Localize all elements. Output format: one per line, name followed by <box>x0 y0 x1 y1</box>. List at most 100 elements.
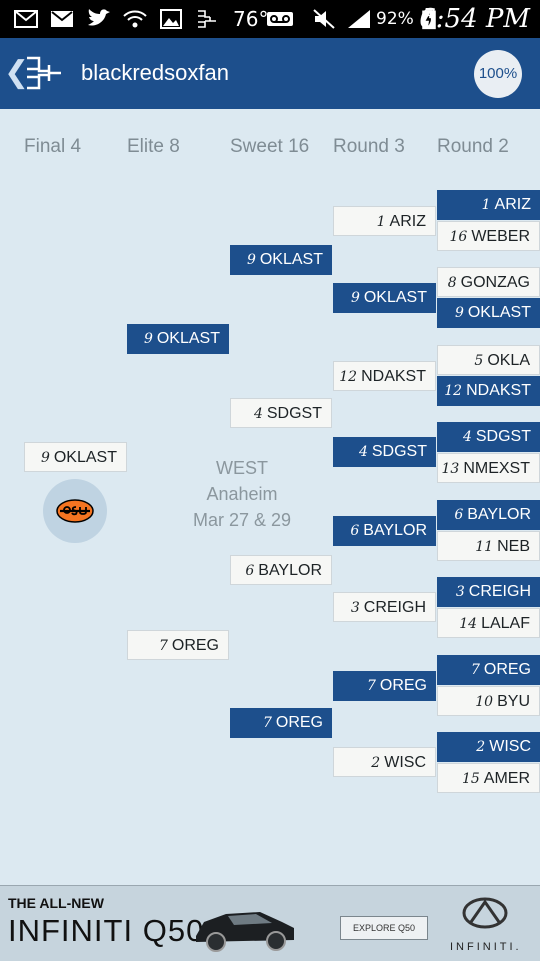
round2-slot[interactable]: 1 ARIZ <box>437 190 540 220</box>
elite8-slot[interactable]: 7 OREG <box>127 630 229 660</box>
round3-slot[interactable]: 12 NDAKST <box>333 361 436 391</box>
wifi-icon <box>123 10 147 28</box>
team-name: LALAF <box>481 615 530 632</box>
region-name: WEST <box>216 458 268 478</box>
seed-number: 9 <box>454 305 464 321</box>
round2-slot[interactable]: 6 BAYLOR <box>437 500 540 530</box>
round3-slot[interactable]: 4 SDGST <box>333 437 436 467</box>
team-name: NMEXST <box>463 460 530 477</box>
seed-number: 6 <box>245 563 255 579</box>
seed-number: 5 <box>474 353 484 369</box>
round2-slot[interactable]: 15 AMER <box>437 763 540 793</box>
team-name: BYU <box>497 693 530 710</box>
seed-number: 10 <box>475 694 494 710</box>
team-name: OKLA <box>487 352 530 369</box>
car-image <box>196 912 294 952</box>
team-name: BAYLOR <box>363 522 427 539</box>
ad-explore-button[interactable]: EXPLORE Q50 <box>340 916 428 940</box>
ad-headline: THE ALL-NEW <box>8 895 104 911</box>
seed-number: 4 <box>358 444 368 460</box>
sweet16-slot[interactable]: 6 BAYLOR <box>230 555 332 585</box>
team-name: BAYLOR <box>467 506 531 523</box>
seed-number: 11 <box>475 539 494 555</box>
team-name: OKLAST <box>53 449 117 466</box>
round-header-round3: Round 3 <box>333 136 405 157</box>
seed-number: 12 <box>339 369 358 385</box>
round-header-elite8: Elite 8 <box>127 136 180 157</box>
voicemail-icon <box>267 12 293 26</box>
round2-slot[interactable]: 7 OREG <box>437 655 540 685</box>
team-name: OKLAST <box>363 289 427 306</box>
round3-slot[interactable]: 2 WISC <box>333 747 436 777</box>
team-name: OREG <box>275 714 323 731</box>
battery-percent: 92% <box>376 9 414 29</box>
bracket-owner-title: blackredsoxfan <box>81 60 229 85</box>
ad-brand-name: INFINITI. <box>450 941 522 953</box>
sweet16-slot[interactable]: 4 SDGST <box>230 398 332 428</box>
round2-slot[interactable]: 12 NDAKST <box>437 376 540 406</box>
round2-slot[interactable]: 2 WISC <box>437 732 540 762</box>
region-dates: Mar 27 & 29 <box>192 510 292 530</box>
team-name: WISC <box>489 738 531 755</box>
team-name: OREG <box>171 637 219 654</box>
ad-model-name: INFINITI Q50 <box>8 913 205 948</box>
seed-number: 2 <box>371 755 381 771</box>
elite8-slot[interactable]: 9 OKLAST <box>127 324 229 354</box>
team-name: WISC <box>384 754 426 771</box>
round2-slot[interactable]: 13 NMEXST <box>437 453 540 483</box>
team-name: NDAKST <box>361 368 426 385</box>
seed-number: 2 <box>476 739 486 755</box>
round2-slot[interactable]: 14 LALAF <box>437 608 540 638</box>
team-name: SDGST <box>371 443 427 460</box>
team-name: BAYLOR <box>258 562 322 579</box>
team-name: SDGST <box>266 405 322 422</box>
team-name: OKLAST <box>156 330 220 347</box>
team-name: WEBER <box>471 228 530 245</box>
sweet16-slot[interactable]: 7 OREG <box>230 708 332 738</box>
round3-slot[interactable]: 1 ARIZ <box>333 206 436 236</box>
round2-slot[interactable]: 11 NEB <box>437 531 540 561</box>
round2-slot[interactable]: 16 WEBER <box>437 221 540 251</box>
round2-slot[interactable]: 4 SDGST <box>437 422 540 452</box>
bracket-logo-icon[interactable] <box>25 55 63 91</box>
final4-slot[interactable]: 9 OKLAST <box>24 442 127 472</box>
team-name: SDGST <box>475 428 531 445</box>
region-city: Anaheim <box>206 484 278 504</box>
seed-number: 7 <box>158 638 168 654</box>
round2-slot[interactable]: 3 CREIGH <box>437 577 540 607</box>
seed-number: 9 <box>246 252 256 268</box>
status-bar: 76° 92% 6:54 PM <box>0 0 540 38</box>
seed-number: 7 <box>262 715 272 731</box>
sweet16-slot[interactable]: 9 OKLAST <box>230 245 332 275</box>
zoom-level-button[interactable]: 100% <box>474 50 522 98</box>
round3-slot[interactable]: 9 OKLAST <box>333 283 436 313</box>
osu-logo-icon <box>56 499 94 523</box>
seed-number: 9 <box>40 450 50 466</box>
round3-slot[interactable]: 3 CREIGH <box>333 592 436 622</box>
round-header-final4: Final 4 <box>24 136 82 157</box>
team-name: OREG <box>379 677 427 694</box>
team-name: CREIGH <box>468 583 531 600</box>
round2-slot[interactable]: 5 OKLA <box>437 345 540 375</box>
team-logo-badge <box>43 479 107 543</box>
round2-slot[interactable]: 10 BYU <box>437 686 540 716</box>
team-name: NDAKST <box>466 382 531 399</box>
seed-number: 3 <box>455 584 465 600</box>
seed-number: 6 <box>454 507 464 523</box>
round-header-sweet16: Sweet 16 <box>230 136 310 157</box>
round3-slot[interactable]: 6 BAYLOR <box>333 516 436 546</box>
gallery-icon <box>160 9 182 29</box>
team-name: CREIGH <box>363 599 426 616</box>
round-header-round2: Round 2 <box>437 136 509 157</box>
round2-slot[interactable]: 9 OKLAST <box>437 298 540 328</box>
round3-slot[interactable]: 7 OREG <box>333 671 436 701</box>
round2-slot[interactable]: 8 GONZAG <box>437 267 540 297</box>
seed-number: 1 <box>481 197 491 213</box>
twitter-icon <box>88 9 110 26</box>
ad-banner[interactable]: THE ALL-NEW INFINITI Q50 EXPLORE Q50 INF… <box>0 885 540 961</box>
seed-number: 15 <box>461 771 480 787</box>
seed-number: 13 <box>441 461 460 477</box>
bracket-notification-icon <box>198 10 216 28</box>
seed-number: 9 <box>143 331 153 347</box>
team-name: AMER <box>483 770 530 787</box>
